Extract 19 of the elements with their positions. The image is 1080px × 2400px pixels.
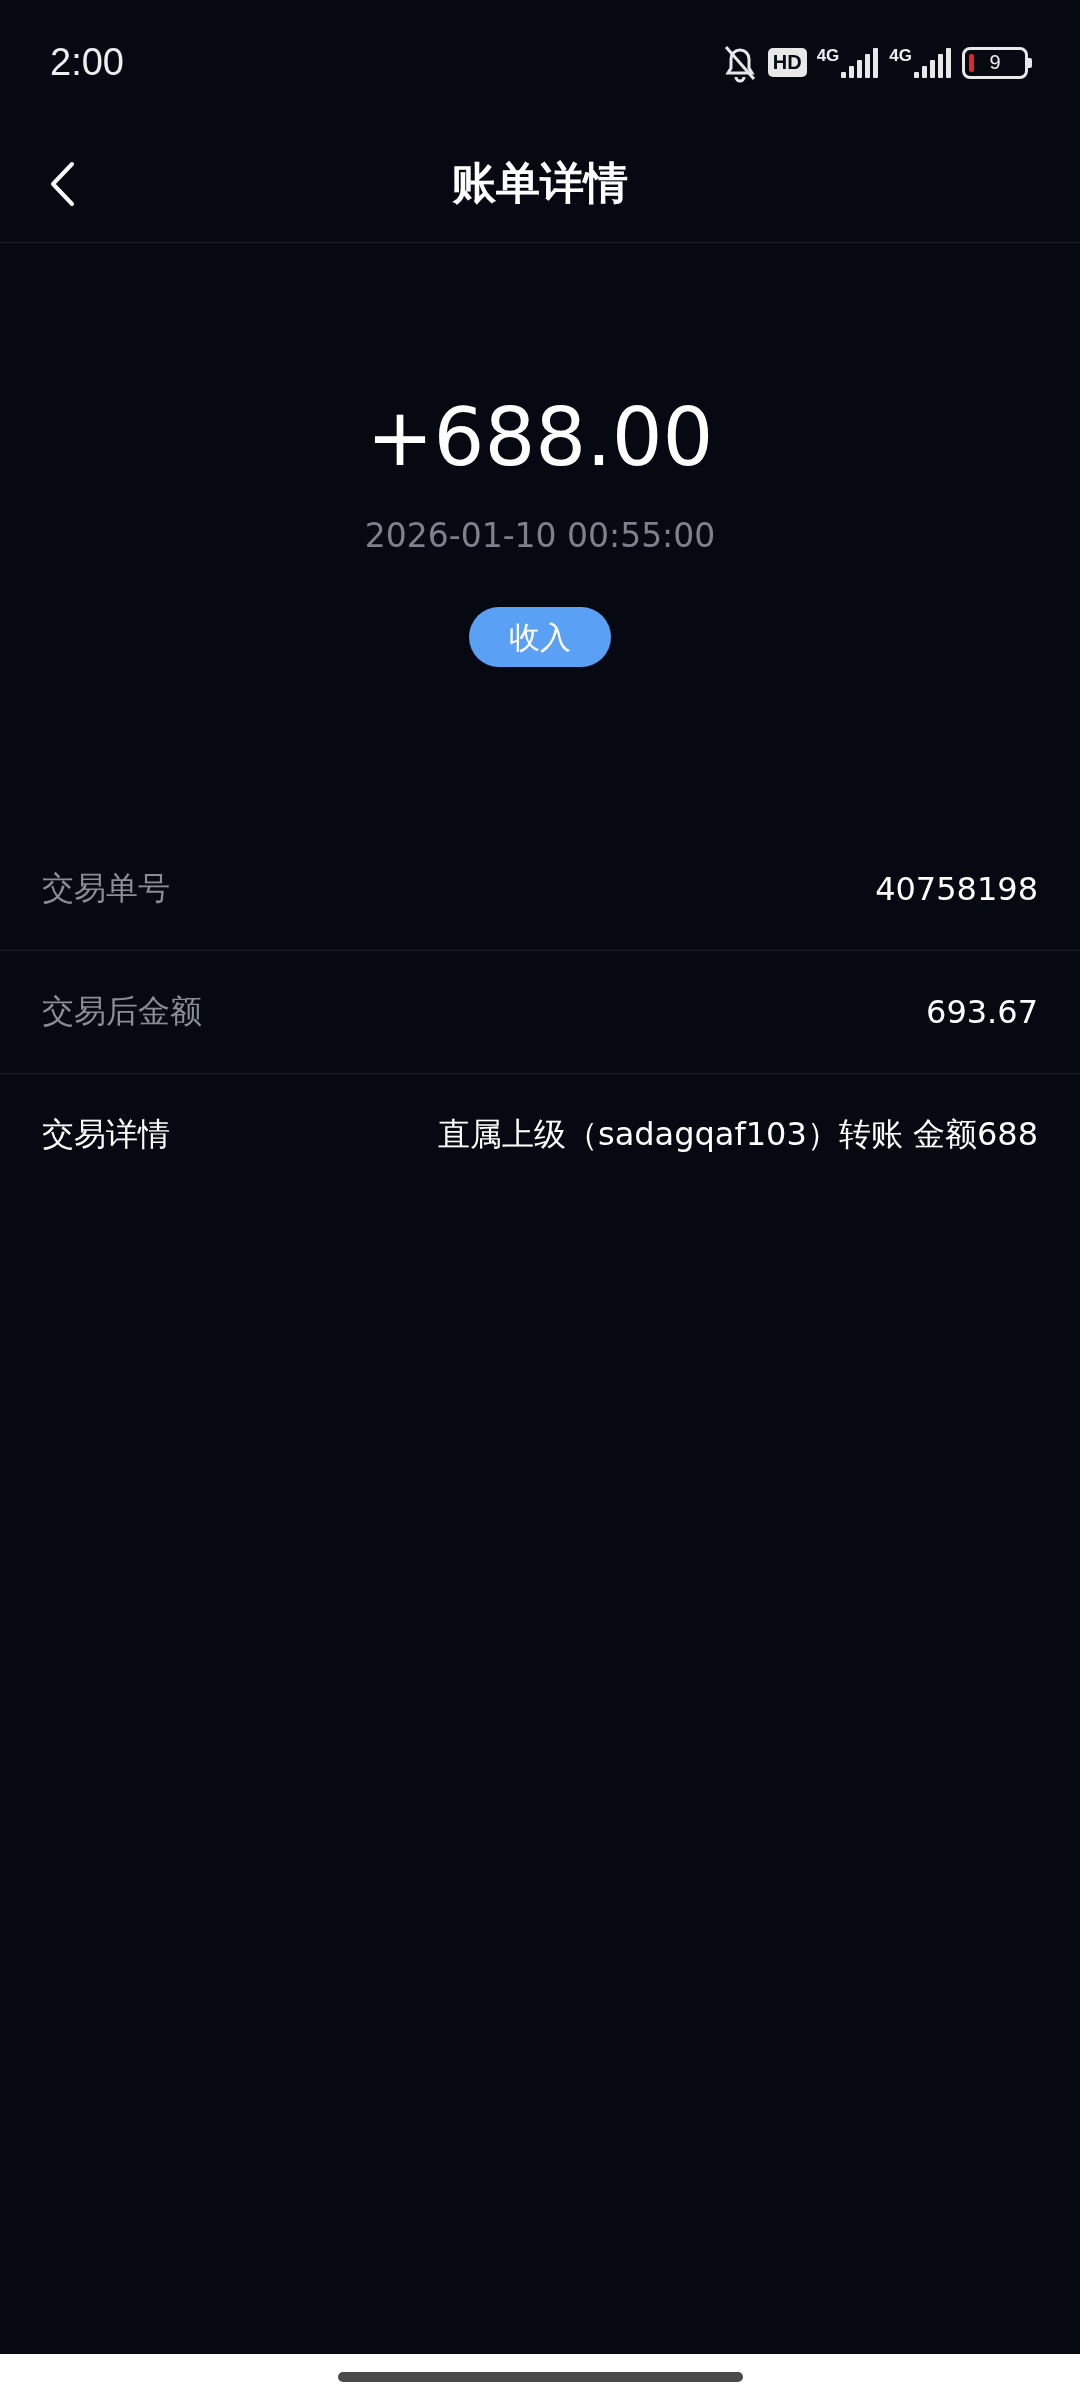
detail-label: 交易单号	[42, 868, 170, 909]
detail-label: 交易详情	[42, 1114, 170, 1155]
back-icon	[48, 161, 76, 207]
signal-icon	[912, 45, 952, 80]
page-title: 账单详情	[452, 156, 628, 210]
detail-value: 直属上级（sadagqaf103）转账 金额688	[437, 1114, 1038, 1155]
detail-label: 交易后金额	[42, 991, 202, 1032]
signal-icon	[839, 45, 880, 80]
battery-charge-fill	[969, 53, 974, 72]
network-type-label: 4G	[816, 45, 840, 66]
clock-time: 2:00	[50, 41, 125, 84]
amount-text: +688.00	[366, 398, 714, 478]
battery-level-text: 9	[989, 51, 1001, 74]
hd-badge: HD	[767, 48, 807, 77]
network-type-label: 4G	[889, 45, 912, 66]
income-tag: 收入	[469, 607, 611, 667]
detail-value: 40758198	[875, 870, 1038, 908]
datetime-text: 2026-01-10 00:55:00	[364, 516, 716, 555]
detail-value: 693.67	[926, 993, 1038, 1031]
